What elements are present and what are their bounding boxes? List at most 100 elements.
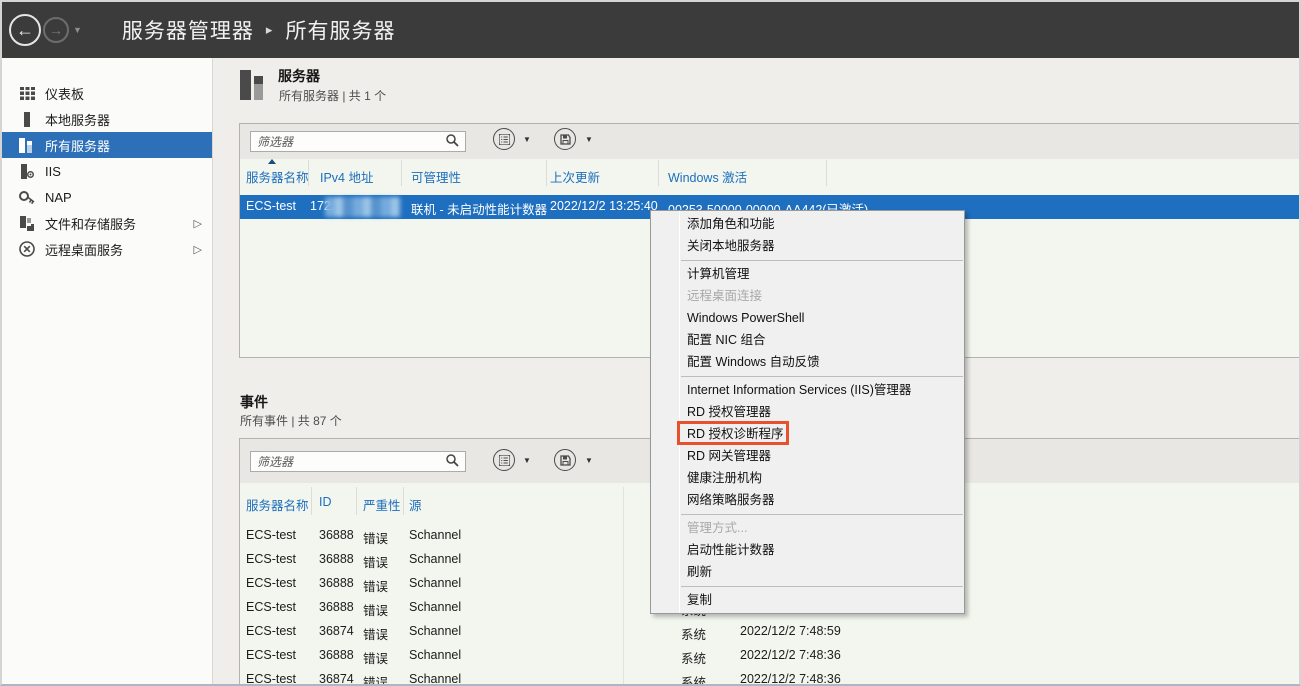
event-source-cell: Schannel — [409, 552, 461, 566]
search-icon — [446, 134, 459, 150]
column-divider — [403, 487, 404, 515]
column-divider — [308, 160, 309, 186]
menu-item-rd-licensing-manager[interactable]: RD 授权管理器 — [651, 401, 964, 423]
event-server-cell: ECS-test — [246, 672, 296, 686]
column-header-last-update[interactable]: 上次更新 — [550, 167, 600, 186]
servers-filter-input[interactable] — [251, 135, 446, 149]
event-id-cell: 36888 — [319, 528, 354, 542]
saved-queries-button[interactable] — [493, 449, 515, 471]
column-header-severity[interactable]: 严重性 — [363, 495, 401, 514]
menu-item-shutdown-local-server[interactable]: 关闭本地服务器 — [651, 235, 964, 257]
event-severity-cell: 错误 — [363, 672, 388, 686]
menu-item-configure-windows-feedback[interactable]: 配置 Windows 自动反馈 — [651, 351, 964, 373]
event-time-cell: 2022/12/2 7:48:36 — [740, 648, 841, 662]
events-filter-input[interactable] — [251, 455, 446, 469]
sidebar-item-all-servers[interactable]: 所有服务器 — [2, 132, 212, 158]
menu-item-rd-licensing-diagnoser[interactable]: RD 授权诊断程序 — [651, 423, 964, 445]
menu-item-computer-management[interactable]: 计算机管理 — [651, 263, 964, 285]
back-button[interactable]: ← — [9, 14, 41, 46]
menu-item-refresh[interactable]: 刷新 — [651, 561, 964, 583]
servers-filter-box — [250, 131, 466, 152]
sidebar-nav: 仪表板 本地服务器 所有服务器 IIS NAP — [2, 58, 213, 686]
nav-history-dropdown[interactable]: ▼ — [73, 25, 82, 35]
save-query-button[interactable] — [554, 449, 576, 471]
sidebar-item-remote-desktop-services[interactable]: 远程桌面服务 ▷ — [2, 236, 212, 262]
menu-item-add-roles-features[interactable]: 添加角色和功能 — [651, 213, 964, 235]
event-source-cell: Schannel — [409, 648, 461, 662]
expand-arrow-icon[interactable]: ▷ — [194, 243, 202, 256]
event-id-cell: 36874 — [319, 672, 354, 686]
sidebar-item-label: NAP — [45, 190, 72, 205]
column-divider — [401, 160, 402, 186]
event-id-cell: 36888 — [319, 648, 354, 662]
menu-item-rd-gateway-manager[interactable]: RD 网关管理器 — [651, 445, 964, 467]
menu-item-manage-as: 管理方式... — [651, 517, 964, 539]
sidebar-item-label: 仪表板 — [45, 84, 84, 103]
column-header-manageability[interactable]: 可管理性 — [411, 167, 461, 186]
sort-asc-icon — [268, 159, 276, 164]
sidebar-item-iis[interactable]: IIS — [2, 158, 212, 184]
event-source-cell: Schannel — [409, 600, 461, 614]
event-server-cell: ECS-test — [246, 648, 296, 662]
event-severity-cell: 错误 — [363, 576, 388, 595]
chevron-down-icon[interactable]: ▼ — [523, 456, 531, 465]
sidebar-item-nap[interactable]: NAP — [2, 184, 212, 210]
ip-redaction-blur — [325, 197, 401, 217]
breadcrumb: 服务器管理器 ▸ 所有服务器 — [122, 15, 396, 45]
menu-item-health-registration-authority[interactable]: 健康注册机构 — [651, 467, 964, 489]
event-severity-cell: 错误 — [363, 552, 388, 571]
dashboard-icon — [17, 87, 37, 100]
events-filter-box — [250, 451, 466, 472]
list-icon — [499, 455, 510, 466]
event-log-cell: 系统 — [681, 672, 706, 686]
save-query-button[interactable] — [554, 128, 576, 150]
sidebar-item-label: 本地服务器 — [45, 110, 110, 129]
menu-item-iis-manager[interactable]: Internet Information Services (IIS)管理器 — [651, 379, 964, 401]
sidebar-item-label: 所有服务器 — [45, 136, 110, 155]
chevron-down-icon[interactable]: ▼ — [585, 456, 593, 465]
saved-queries-button[interactable] — [493, 128, 515, 150]
event-row[interactable]: ECS-test 36874 错误 Schannel 系统 2022/12/2 … — [240, 668, 1300, 686]
servers-panel-title: 服务器 — [278, 66, 320, 86]
menu-item-copy[interactable]: 复制 — [651, 589, 964, 611]
sidebar-item-file-storage-services[interactable]: 文件和存储服务 ▷ — [2, 210, 212, 236]
servers-toolbar: ▼ ▼ — [240, 124, 1300, 159]
event-source-cell: Schannel — [409, 576, 461, 590]
event-server-cell: ECS-test — [246, 624, 296, 638]
menu-item-configure-nic-teaming[interactable]: 配置 NIC 组合 — [651, 329, 964, 351]
sidebar-item-local-server[interactable]: 本地服务器 — [2, 106, 212, 132]
event-server-cell: ECS-test — [246, 576, 296, 590]
remote-desktop-icon — [17, 241, 37, 257]
file-storage-icon — [17, 216, 37, 231]
forward-button[interactable]: → — [43, 17, 69, 43]
server-context-menu: 添加角色和功能 关闭本地服务器 计算机管理 远程桌面连接 Windows Pow… — [650, 210, 965, 614]
event-time-cell: 2022/12/2 7:48:36 — [740, 672, 841, 686]
chevron-down-icon[interactable]: ▼ — [523, 135, 531, 144]
column-header-id[interactable]: ID — [319, 495, 332, 509]
server-manager-window: ← → ▼ 服务器管理器 ▸ 所有服务器 仪表板 本地服务器 — [0, 0, 1301, 686]
event-row[interactable]: ECS-test 36874 错误 Schannel 系统 2022/12/2 … — [240, 620, 1300, 644]
server-manageability-cell: 联机 - 未启动性能计数器 — [411, 199, 547, 218]
sidebar-item-dashboard[interactable]: 仪表板 — [2, 80, 212, 106]
breadcrumb-arrow-icon: ▸ — [266, 22, 274, 38]
column-header-windows-activation[interactable]: Windows 激活 — [668, 167, 747, 186]
nap-key-icon — [17, 191, 37, 204]
menu-item-network-policy-server[interactable]: 网络策略服务器 — [651, 489, 964, 511]
column-header-source[interactable]: 源 — [409, 495, 422, 514]
save-icon — [560, 455, 571, 466]
event-severity-cell: 错误 — [363, 528, 388, 547]
sidebar-item-label: 文件和存储服务 — [45, 214, 136, 233]
menu-item-windows-powershell[interactable]: Windows PowerShell — [651, 307, 964, 329]
column-header-server-name[interactable]: 服务器名称 — [246, 495, 309, 514]
column-header-server-name[interactable]: 服务器名称 — [246, 167, 309, 186]
event-id-cell: 36888 — [319, 552, 354, 566]
event-id-cell: 36888 — [319, 576, 354, 590]
menu-item-start-performance-counters[interactable]: 启动性能计数器 — [651, 539, 964, 561]
chevron-down-icon[interactable]: ▼ — [585, 135, 593, 144]
back-arrow-icon: ← — [16, 21, 34, 39]
menu-separator — [681, 586, 963, 587]
expand-arrow-icon[interactable]: ▷ — [194, 217, 202, 230]
event-row[interactable]: ECS-test 36888 错误 Schannel 系统 2022/12/2 … — [240, 644, 1300, 668]
column-header-ipv4[interactable]: IPv4 地址 — [320, 167, 374, 186]
menu-separator — [681, 514, 963, 515]
